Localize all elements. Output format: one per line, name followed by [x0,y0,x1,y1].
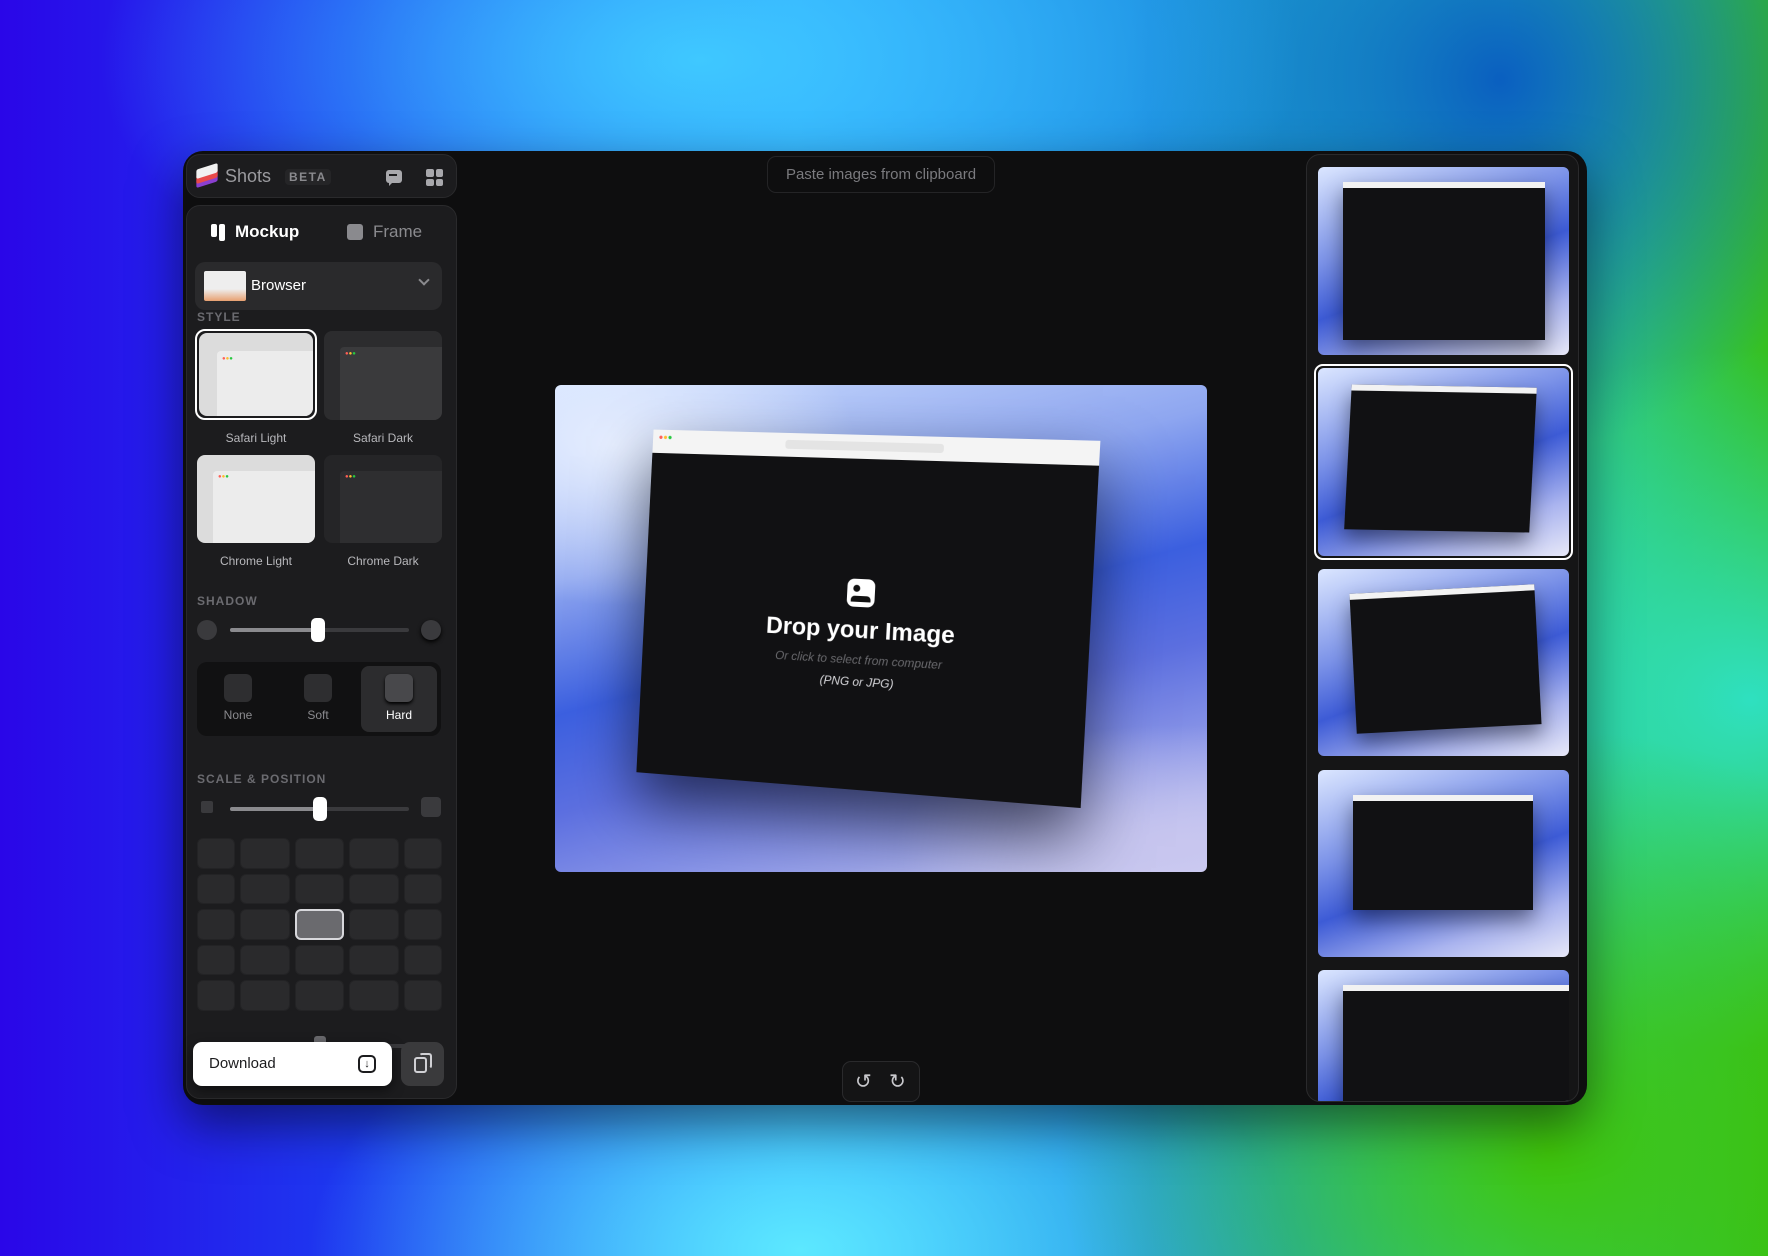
shadow-min-icon [197,620,217,640]
shadow-type-selector: None Soft Hard [197,662,441,736]
style-option-chrome-dark[interactable]: ●●● [324,455,442,543]
position-cell[interactable] [240,873,290,905]
copy-button[interactable] [401,1042,444,1086]
select-value: Browser [251,277,307,294]
slider-thumb[interactable] [312,797,327,821]
shadow-max-icon [421,620,441,640]
image-icon [347,224,363,240]
position-cell[interactable] [349,909,399,940]
style-caption: Chrome Dark [347,554,419,568]
browser-mockup[interactable]: ●●● Drop your Image Or click to select f… [636,429,1101,809]
position-cell[interactable] [404,980,442,1011]
style-caption: Safari Light [225,431,287,445]
beta-badge: BETA [285,169,331,185]
option-label: None [223,708,253,722]
shadow-slider[interactable] [230,618,409,642]
browser-preview-thumbnail [204,271,246,301]
position-grid [197,838,442,1011]
chat-icon[interactable] [386,170,402,186]
option-label: Hard [385,708,412,722]
drop-zone[interactable]: Drop your Image Or click to select from … [641,569,1092,704]
option-label: Soft [307,708,329,722]
position-cell[interactable] [197,909,235,940]
app-name: Shots [225,166,272,186]
shadow-option-none[interactable]: None [201,666,275,732]
tab-mockup[interactable]: Mockup [211,222,299,242]
position-cell[interactable] [294,873,345,905]
download-button[interactable]: Download ↓ [193,1042,392,1086]
mockup-canvas[interactable]: ●●● Drop your Image Or click to select f… [555,385,1207,872]
preset-thumbnail[interactable] [1318,569,1569,756]
position-cell[interactable] [294,838,345,869]
position-cell[interactable] [404,909,442,940]
download-label: Download [209,1055,276,1072]
position-cell[interactable] [240,944,290,976]
scale-label: SCALE & POSITION [197,772,327,786]
shots-logo-icon [195,162,219,189]
position-cell[interactable] [349,944,399,976]
app-header: Shots BETA [186,154,457,198]
position-cell[interactable] [294,909,345,940]
position-cell[interactable] [240,909,290,940]
position-cell[interactable] [349,838,399,869]
shadow-option-soft[interactable]: Soft [281,666,355,732]
style-option-safari-light[interactable]: ●●● [195,329,317,420]
position-cell[interactable] [349,873,399,905]
preset-thumbnail-selected[interactable] [1314,364,1573,560]
scale-min-icon [201,801,213,813]
tab-frame[interactable]: Frame [347,222,422,242]
position-cell[interactable] [294,980,345,1011]
chevron-down-icon [418,274,430,286]
scale-max-icon [421,797,441,817]
settings-sidebar: Mockup Frame Browser STYLE ●●● Safari Li… [186,205,457,1099]
grid-icon[interactable] [426,169,443,186]
style-caption: Safari Dark [352,431,414,445]
slider-thumb[interactable] [310,618,325,642]
position-cell[interactable] [197,838,235,869]
position-cell[interactable] [349,980,399,1011]
preset-thumbnail[interactable] [1318,970,1569,1101]
mockup-icon [211,223,225,241]
position-cell[interactable] [294,944,345,976]
shadow-option-hard[interactable]: Hard [361,666,437,732]
tab-label: Mockup [235,222,300,241]
tab-label: Frame [373,222,423,241]
position-cell[interactable] [404,873,442,905]
scale-slider[interactable] [230,797,409,821]
style-label: STYLE [197,310,241,324]
style-caption: Chrome Light [219,554,293,568]
position-cell[interactable] [404,838,442,869]
style-option-safari-dark[interactable]: ●●● [324,331,442,420]
undo-icon[interactable]: ↺ [855,1069,872,1094]
preset-thumbnail[interactable] [1318,167,1569,355]
mockup-type-select[interactable]: Browser [195,262,442,310]
paste-hint[interactable]: Paste images from clipboard [767,156,995,193]
position-cell[interactable] [197,873,235,905]
image-icon [846,578,876,608]
position-cell[interactable] [197,944,235,976]
presets-panel [1306,154,1579,1102]
redo-icon[interactable]: ↻ [889,1069,906,1094]
position-cell[interactable] [404,944,442,976]
shadow-label: SHADOW [197,594,258,608]
preset-thumbnail[interactable] [1318,770,1569,957]
style-option-chrome-light[interactable]: ●●● [197,455,315,543]
download-icon: ↓ [358,1055,376,1073]
position-cell[interactable] [240,980,290,1011]
position-cell[interactable] [197,980,235,1011]
position-cell[interactable] [240,838,290,869]
history-controls: ↺ ↻ [842,1061,920,1102]
